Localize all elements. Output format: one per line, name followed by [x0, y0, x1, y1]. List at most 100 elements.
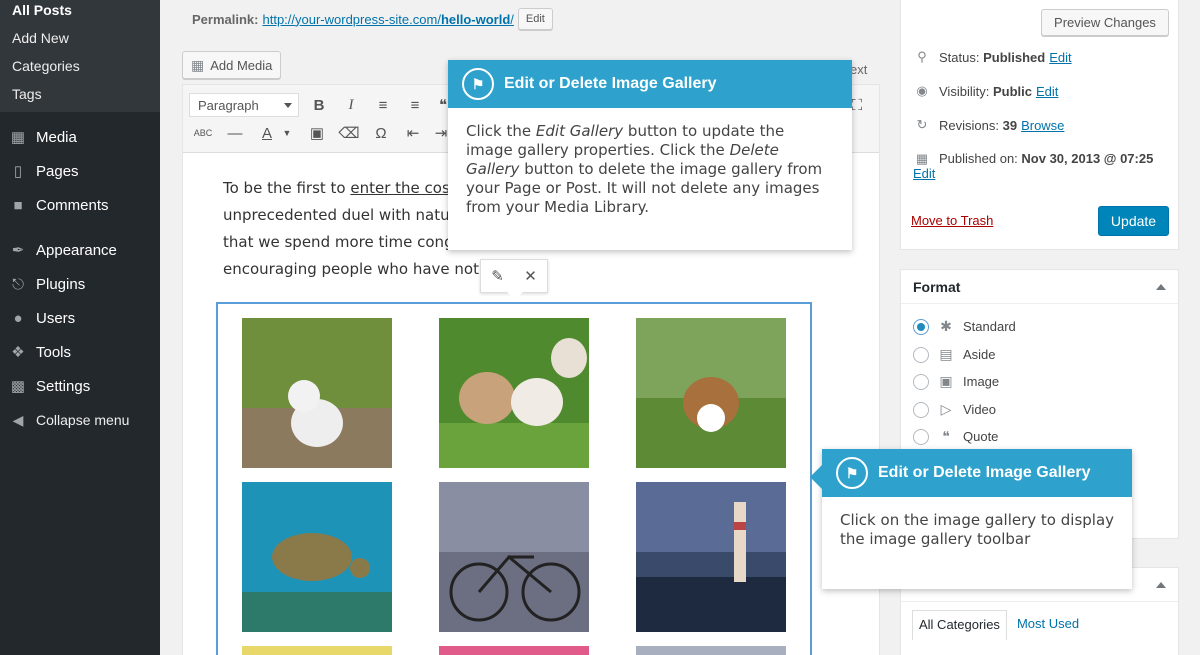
add-media-button[interactable]: ▦ Add Media [182, 51, 282, 79]
publish-box: Preview Changes ⚲ Status: Published Edit ◉… [900, 0, 1179, 250]
format-option-aside[interactable]: ▤ Aside [913, 346, 996, 363]
permalink-row: Permalink: http://your-wordpress-site.co… [192, 8, 553, 30]
gallery-image-kitten[interactable] [242, 318, 392, 468]
media-icon: ▦ [10, 129, 26, 146]
permalink-label: Permalink: [192, 11, 259, 27]
status-edit-link[interactable]: Edit [1049, 50, 1071, 65]
calendar-icon: ▦ [915, 151, 929, 166]
aside-icon: ▤ [939, 346, 953, 362]
permalink-url[interactable]: http://your-wordpress-site.com/hello-wor… [262, 12, 513, 27]
plugins-icon: ⎋ [12, 275, 24, 293]
add-media-icon: ▦ [191, 56, 205, 73]
submenu-all-posts[interactable]: All Posts [0, 2, 160, 30]
published-edit-link[interactable]: Edit [913, 166, 935, 181]
sidebar-item-media[interactable]: ▦ Media [0, 120, 160, 154]
clear-formatting-icon[interactable]: ⌫ [338, 123, 359, 143]
gallery-image-lighthouse[interactable] [636, 482, 786, 632]
history-icon: ↻ [916, 117, 928, 132]
pointer-body: Click on the image gallery to display th… [840, 511, 1115, 548]
sidebar-collapse-menu[interactable]: ◀ Collapse menu [0, 403, 160, 437]
tools-icon: ❖ [11, 344, 25, 361]
strikethrough-icon[interactable]: ABC [193, 123, 213, 143]
format-option-image[interactable]: ▣ Image [913, 373, 999, 390]
sidebar-item-comments[interactable]: ■ Comments [0, 188, 160, 222]
admin-sidebar: All Posts Add New Categories Tags ▦ Media… [0, 0, 160, 655]
categories-tabs: All Categories Most Used [912, 610, 1085, 640]
sidebar-item-pages[interactable]: ▯ Pages [0, 154, 160, 188]
numbered-list-icon[interactable]: ≡ [405, 95, 425, 115]
pointer-body: Click the Edit Gallery button to update … [466, 122, 823, 216]
visibility-edit-link[interactable]: Edit [1036, 84, 1058, 99]
move-to-trash-link[interactable]: Move to Trash [911, 213, 993, 228]
pointer-header: ⚑ Edit or Delete Image Gallery [448, 60, 852, 108]
pin-icon: ✱ [940, 318, 952, 334]
outdent-icon[interactable]: ⇤ [403, 123, 423, 143]
submenu-tags[interactable]: Tags [0, 86, 160, 114]
gallery-image-beagle[interactable] [636, 318, 786, 468]
help-pointer-side: ⚑ Edit or Delete Image Gallery Click on t… [810, 449, 1132, 589]
eye-icon: ◉ [916, 83, 928, 98]
collapse-arrow-icon [1156, 582, 1166, 588]
special-character-icon[interactable]: Ω [371, 123, 391, 143]
sidebar-item-users[interactable]: ● Users [0, 301, 160, 335]
revisions-browse-link[interactable]: Browse [1021, 118, 1064, 133]
flag-icon: ⚑ [462, 68, 494, 100]
chevron-down-icon[interactable]: ▼ [277, 123, 297, 143]
bullet-list-icon[interactable]: ≡ [373, 95, 393, 115]
pages-icon: ▯ [13, 163, 23, 180]
pointer-header: ⚑ Edit or Delete Image Gallery [822, 449, 1132, 497]
paste-text-icon[interactable]: ▣ [307, 123, 327, 143]
sidebar-item-settings[interactable]: ▩ Settings [0, 369, 160, 403]
sidebar-item-plugins[interactable]: ⎋ Plugins [0, 267, 160, 301]
image-icon: ▣ [939, 373, 953, 389]
format-option-video[interactable]: ▷ Video [913, 401, 996, 418]
submenu-categories[interactable]: Categories [0, 58, 160, 86]
format-option-quote[interactable]: ❝ Quote [913, 428, 998, 445]
bold-icon[interactable]: B [309, 95, 329, 115]
video-icon: ▷ [940, 401, 952, 417]
visibility-row: ◉ Visibility: Public Edit [913, 83, 1058, 99]
comments-icon: ■ [13, 196, 23, 214]
permalink-edit-button[interactable]: Edit [517, 8, 553, 30]
gallery-image-bulldogs[interactable] [439, 318, 589, 468]
sidebar-item-appearance[interactable]: ✒ Appearance [0, 233, 160, 267]
sidebar-item-label: Pages [36, 162, 79, 180]
sidebar-item-label: Settings [36, 377, 91, 395]
submenu-add-new[interactable]: Add New [0, 30, 160, 58]
content-link[interactable]: enter the cos [350, 179, 449, 197]
tab-text[interactable]: ext [850, 62, 867, 77]
sidebar-item-label: Collapse menu [36, 412, 130, 428]
sidebar-item-label: Appearance [36, 241, 117, 259]
flag-icon: ⚑ [836, 457, 868, 489]
settings-icon: ▩ [10, 378, 26, 395]
pointer-arrow [810, 465, 822, 489]
tab-most-used[interactable]: Most Used [1011, 610, 1085, 640]
users-icon: ● [13, 309, 23, 327]
help-pointer-top: ⚑ Edit or Delete Image Gallery Click the … [448, 60, 852, 250]
format-box-header[interactable]: Format [901, 270, 1178, 304]
gallery-image-bicycle[interactable] [439, 482, 589, 632]
edit-gallery-pencil-icon[interactable]: ✎ [491, 267, 504, 285]
revisions-row: ↻ Revisions: 39 Browse [913, 117, 1065, 133]
text-color-icon[interactable]: A [257, 123, 277, 143]
tab-all-categories[interactable]: All Categories [912, 610, 1007, 640]
published-on-row: ▦ Published on: Nov 30, 2013 @ 07:25 Edit [913, 151, 1154, 181]
update-button[interactable]: Update [1098, 206, 1169, 236]
image-gallery[interactable] [216, 302, 812, 655]
gallery-image-turtle[interactable] [242, 482, 392, 632]
status-row: ⚲ Status: Published Edit [913, 49, 1071, 65]
format-select[interactable]: Paragraph [189, 93, 299, 117]
quote-icon: ❝ [942, 428, 950, 444]
delete-gallery-close-icon[interactable]: ✕ [524, 267, 537, 285]
collapse-icon: ◀ [12, 411, 24, 428]
sidebar-item-tools[interactable]: ❖ Tools [0, 335, 160, 369]
horizontal-line-icon[interactable]: — [225, 123, 245, 143]
collapse-arrow-icon [1156, 284, 1166, 290]
italic-icon[interactable]: I [341, 95, 361, 115]
sidebar-item-label: Comments [36, 196, 109, 214]
posts-submenu: All Posts Add New Categories Tags [0, 0, 160, 112]
format-option-standard[interactable]: ✱ Standard [913, 318, 1016, 335]
preview-changes-button[interactable]: Preview Changes [1041, 9, 1169, 36]
pin-icon: ⚲ [917, 49, 927, 64]
gallery-toolbar: ✎ ✕ [480, 259, 548, 300]
